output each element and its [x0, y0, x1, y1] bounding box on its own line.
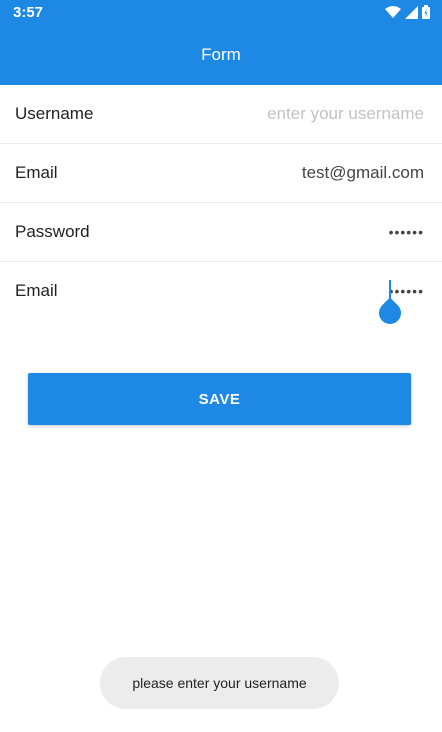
save-button[interactable]: SAVE	[28, 373, 411, 425]
form-row-email-confirm: Email	[0, 262, 442, 329]
form-row-username: Username	[0, 85, 442, 144]
status-time: 3:57	[13, 4, 44, 21]
form-row-password: Password	[0, 203, 442, 262]
form-row-email: Email	[0, 144, 442, 203]
email-confirm-input[interactable]	[164, 283, 424, 299]
password-label: Password	[15, 222, 90, 241]
email-label: Email	[15, 163, 58, 182]
email-confirm-label: Email	[15, 281, 58, 300]
password-input[interactable]	[164, 224, 424, 240]
status-bar: 3:57	[0, 0, 442, 25]
page-title: Form	[201, 45, 241, 64]
username-input[interactable]	[164, 104, 424, 124]
username-label: Username	[15, 104, 94, 123]
cursor-handle[interactable]	[374, 297, 406, 329]
battery-icon	[422, 5, 430, 19]
form: Username Email Password Email	[0, 85, 442, 329]
toast-message: please enter your username	[100, 657, 339, 709]
status-icons	[385, 5, 430, 19]
email-input[interactable]	[164, 163, 424, 183]
wifi-icon	[385, 5, 401, 19]
app-bar: Form	[0, 25, 442, 85]
toast-text: please enter your username	[132, 675, 307, 691]
signal-icon	[405, 5, 418, 19]
